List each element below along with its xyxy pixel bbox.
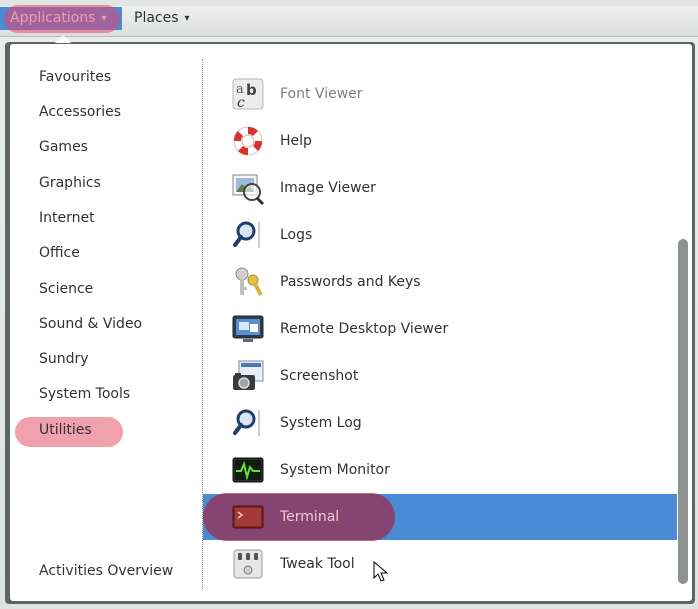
system-monitor-icon	[232, 457, 264, 483]
app-passwords-and-keys[interactable]: Passwords and Keys	[203, 259, 677, 305]
app-terminal[interactable]: Terminal	[203, 493, 677, 541]
category-office[interactable]: Office	[39, 241, 80, 265]
category-utilities[interactable]: Utilities	[39, 418, 92, 442]
places-caret-icon: ▾	[184, 12, 190, 24]
desktop-screen: Applications ▾ Places ▾ Favourites Acces…	[0, 0, 698, 609]
mouse-cursor-icon	[373, 561, 389, 582]
app-system-monitor[interactable]: System Monitor	[203, 447, 677, 493]
app-list-scrollbar[interactable]	[678, 239, 688, 584]
category-accessories[interactable]: Accessories	[39, 100, 121, 124]
app-label: Font Viewer	[280, 86, 363, 102]
svg-text:b: b	[246, 81, 257, 99]
category-science[interactable]: Science	[39, 277, 93, 301]
terminal-icon	[232, 505, 264, 529]
applications-caret-icon: ▾	[101, 12, 107, 24]
app-label: Tweak Tool	[280, 556, 355, 572]
category-sound-video[interactable]: Sound & Video	[39, 312, 142, 336]
font-viewer-icon: a b c	[232, 78, 264, 111]
tweak-tool-icon	[233, 549, 263, 579]
app-help[interactable]: Help	[203, 118, 677, 164]
app-label: Logs	[280, 227, 313, 243]
app-tweak-tool[interactable]: Tweak Tool	[203, 541, 677, 587]
applications-menu: Favourites Accessories Games Graphics In…	[10, 44, 692, 601]
keys-icon	[235, 267, 263, 296]
camera-icon	[233, 360, 264, 390]
app-system-log[interactable]: System Log	[203, 400, 677, 446]
places-menu-label: Places	[134, 10, 179, 26]
app-logs[interactable]: Logs	[203, 212, 677, 258]
category-system-tools[interactable]: System Tools	[39, 382, 130, 406]
app-screenshot[interactable]: Screenshot	[203, 353, 677, 399]
image-viewer-icon	[232, 174, 265, 205]
lifebuoy-icon	[233, 126, 263, 156]
app-label: Remote Desktop Viewer	[280, 321, 449, 337]
remote-desktop-icon	[232, 315, 264, 342]
svg-text:c: c	[237, 95, 245, 111]
top-panel: Applications ▾ Places ▾	[0, 0, 698, 37]
magnifier-icon	[233, 221, 260, 248]
app-image-viewer[interactable]: Image Viewer	[203, 165, 677, 211]
app-label: Terminal	[280, 509, 340, 525]
app-label: Screenshot	[280, 368, 359, 384]
category-favourites[interactable]: Favourites	[39, 65, 111, 89]
magnifier-icon	[233, 409, 260, 436]
app-label: Image Viewer	[280, 180, 376, 196]
activities-overview[interactable]: Activities Overview	[39, 559, 173, 583]
applications-menu-label: Applications	[10, 10, 96, 26]
places-menu-button[interactable]: Places ▾	[134, 7, 204, 30]
app-label: Passwords and Keys	[280, 274, 421, 290]
category-sundry[interactable]: Sundry	[39, 347, 89, 371]
app-label: Help	[280, 133, 312, 149]
app-label: System Monitor	[280, 462, 390, 478]
category-graphics[interactable]: Graphics	[39, 171, 101, 195]
app-label: System Log	[280, 415, 362, 431]
applications-menu-button[interactable]: Applications ▾	[0, 7, 122, 30]
category-list: Favourites Accessories Games Graphics In…	[10, 44, 202, 601]
app-remote-desktop-viewer[interactable]: Remote Desktop Viewer	[203, 306, 677, 352]
top-panel-strip	[0, 0, 698, 6]
category-internet[interactable]: Internet	[39, 206, 95, 230]
category-games[interactable]: Games	[39, 135, 88, 159]
application-list: a b c Font Viewer Help Image Viewer Logs…	[203, 44, 688, 601]
menu-pointer-notch	[55, 35, 71, 43]
app-font-viewer[interactable]: a b c Font Viewer	[203, 71, 677, 117]
